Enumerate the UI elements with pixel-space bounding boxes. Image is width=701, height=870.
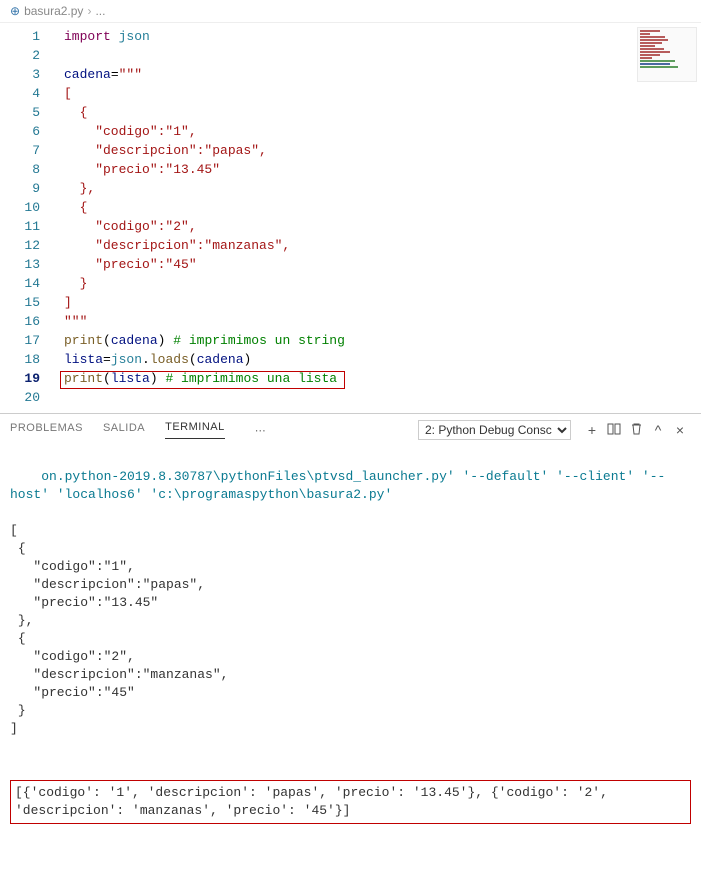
code-line[interactable]: "codigo":"1", xyxy=(50,122,701,141)
bottom-panel: PROBLEMAS SALIDA TERMINAL ⋯ 2: Python De… xyxy=(0,413,701,870)
code-line[interactable]: import json xyxy=(50,27,701,46)
trash-icon[interactable] xyxy=(625,422,647,438)
tab-problemas[interactable]: PROBLEMAS xyxy=(10,422,83,439)
code-line[interactable]: } xyxy=(50,274,701,293)
line-number: 20 xyxy=(4,388,40,407)
line-number: 11 xyxy=(4,217,40,236)
code-line[interactable] xyxy=(50,46,701,65)
code-line[interactable]: print(lista) # imprimimos una lista xyxy=(50,369,701,388)
line-number: 15 xyxy=(4,293,40,312)
terminal-selector[interactable]: 2: Python Debug Consc xyxy=(418,420,571,440)
line-number: 16 xyxy=(4,312,40,331)
code-line[interactable]: """ xyxy=(50,312,701,331)
line-number: 18 xyxy=(4,350,40,369)
code-line[interactable]: print(cadena) # imprimimos un string xyxy=(50,331,701,350)
code-content[interactable]: import json cadena="""[ { "codigo":"1", … xyxy=(50,23,701,413)
panel-tab-bar: PROBLEMAS SALIDA TERMINAL ⋯ 2: Python De… xyxy=(0,414,701,440)
python-file-icon: ⊕ xyxy=(10,4,20,18)
line-number: 17 xyxy=(4,331,40,350)
code-line[interactable]: { xyxy=(50,103,701,122)
breadcrumb-file[interactable]: basura2.py xyxy=(24,4,83,18)
line-number: 8 xyxy=(4,160,40,179)
line-number: 6 xyxy=(4,122,40,141)
add-terminal-icon[interactable]: + xyxy=(581,422,603,438)
code-line[interactable]: "precio":"13.45" xyxy=(50,160,701,179)
line-number: 2 xyxy=(4,46,40,65)
code-line[interactable]: ] xyxy=(50,293,701,312)
code-line[interactable]: { xyxy=(50,198,701,217)
line-number: 9 xyxy=(4,179,40,198)
tab-salida[interactable]: SALIDA xyxy=(103,422,145,439)
line-number: 4 xyxy=(4,84,40,103)
terminal-content[interactable]: on.python-2019.8.30787\pythonFiles\ptvsd… xyxy=(0,440,701,870)
line-number: 19 xyxy=(4,369,40,388)
line-number: 13 xyxy=(4,255,40,274)
code-line[interactable] xyxy=(50,388,701,407)
breadcrumb-tail: ... xyxy=(95,4,105,18)
minimap[interactable] xyxy=(637,27,697,82)
tab-terminal[interactable]: TERMINAL xyxy=(165,421,225,439)
line-number: 1 xyxy=(4,27,40,46)
split-terminal-icon[interactable] xyxy=(603,422,625,439)
line-number-gutter: 1234567891011121314151617181920 xyxy=(0,23,50,413)
code-line[interactable]: lista=json.loads(cadena) xyxy=(50,350,701,369)
code-line[interactable]: "descripcion":"papas", xyxy=(50,141,701,160)
line-number: 5 xyxy=(4,103,40,122)
breadcrumb: ⊕ basura2.py › ... xyxy=(0,0,701,23)
code-line[interactable]: "codigo":"2", xyxy=(50,217,701,236)
line-number: 7 xyxy=(4,141,40,160)
chevron-up-icon[interactable]: ^ xyxy=(647,422,669,438)
code-line[interactable]: }, xyxy=(50,179,701,198)
line-number: 12 xyxy=(4,236,40,255)
terminal-highlighted-output: [{'codigo': '1', 'descripcion': 'papas',… xyxy=(15,785,616,818)
chevron-right-icon: › xyxy=(87,4,91,18)
line-number: 10 xyxy=(4,198,40,217)
more-icon[interactable]: ⋯ xyxy=(255,424,266,437)
code-line[interactable]: "descripcion":"manzanas", xyxy=(50,236,701,255)
close-panel-icon[interactable]: × xyxy=(669,422,691,438)
code-editor[interactable]: 1234567891011121314151617181920 import j… xyxy=(0,23,701,413)
code-line[interactable]: cadena=""" xyxy=(50,65,701,84)
terminal-command: on.python-2019.8.30787\pythonFiles\ptvsd… xyxy=(10,469,665,502)
highlight-box-terminal: [{'codigo': '1', 'descripcion': 'papas',… xyxy=(10,780,691,824)
terminal-output-body: [ { "codigo":"1", "descripcion":"papas",… xyxy=(10,523,228,736)
line-number: 14 xyxy=(4,274,40,293)
line-number: 3 xyxy=(4,65,40,84)
code-line[interactable]: [ xyxy=(50,84,701,103)
code-line[interactable]: "precio":"45" xyxy=(50,255,701,274)
